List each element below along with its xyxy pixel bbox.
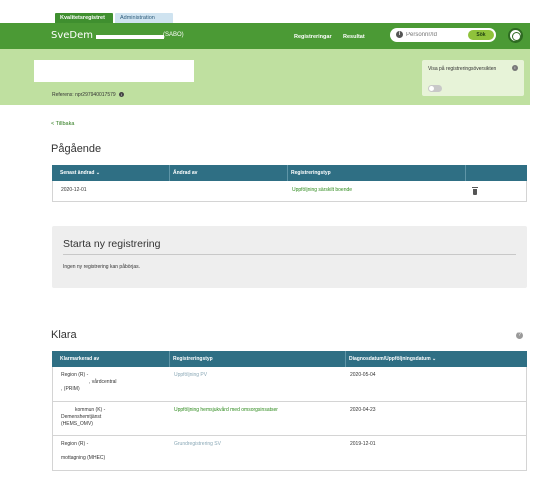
column-divider — [169, 165, 170, 181]
completed-by-line: , vårdcentral — [89, 379, 117, 385]
row-completed-by: Region (R) - mottagning (MHEC) — [61, 441, 166, 462]
table-row[interactable]: 2020-12-01 Uppföljning särskilt boende — [52, 181, 527, 202]
column-divider — [465, 165, 466, 181]
brand-logo[interactable]: SveDem — [51, 30, 93, 41]
table-row[interactable]: Region (R) - mottagning (MHEC) Grundregi… — [52, 436, 527, 471]
tab-administration[interactable]: Administration — [115, 13, 173, 23]
row-type-link[interactable]: Uppföljning särskilt boende — [292, 187, 352, 194]
completed-by-line: Demenshemtjänst — [61, 414, 102, 420]
redacted-patient-name — [34, 60, 194, 82]
completed-by-line: Region (R) - — [61, 372, 89, 378]
unit-suffix: (SABO) — [163, 32, 184, 38]
row-date: 2019-12-01 — [350, 441, 376, 447]
help-icon[interactable]: ? — [516, 332, 523, 339]
nav-resultat[interactable]: Resultat — [343, 34, 365, 40]
row-type-link[interactable]: Uppföljning hemsjukvård med omsorgsinsat… — [174, 407, 278, 414]
row-date: 2020-04-23 — [350, 407, 376, 413]
completed-by-line: mottagning (MHEC) — [61, 455, 106, 461]
patient-banner: Referens: npr297940017579 i Visa på regis… — [0, 49, 530, 105]
app-tabs: Kvalitetsregistret Administration — [0, 0, 538, 23]
trash-icon[interactable] — [472, 187, 478, 195]
user-icon[interactable] — [508, 28, 523, 43]
column-divider — [287, 165, 288, 181]
table-row[interactable]: kommun (K) - Demenshemtjänst (HEMS_OMV) … — [52, 402, 527, 436]
column-divider — [169, 351, 170, 367]
completed-by-line: (HEMS_OMV) — [61, 421, 93, 427]
ongoing-title: Pågående — [51, 143, 102, 155]
overview-card: Visa på registreringsöversikten i — [422, 60, 524, 96]
done-title: Klara — [51, 329, 77, 341]
table-header: Senast ändrad ⌄ Ändrad av Registreringst… — [52, 165, 527, 181]
reference-label: Referens: npr297940017579 — [52, 92, 116, 98]
back-link[interactable]: < Tillbaka — [51, 121, 74, 127]
tab-kvalitetsregistret[interactable]: Kvalitetsregistret — [55, 13, 113, 23]
completed-by-line: Region (R) - — [61, 441, 89, 447]
done-table: Klarmarkerad av Registreringstyp Diagnos… — [52, 351, 527, 471]
column-header-completed-by: Klarmarkerad av — [60, 356, 100, 362]
nav-registreringar[interactable]: Registreringar — [294, 34, 332, 40]
row-type-link[interactable]: Grundregistrering SV — [174, 441, 221, 448]
start-new-title: Starta ny registrering — [63, 238, 161, 250]
row-type-link[interactable]: Uppföljning PV — [174, 372, 207, 379]
info-icon[interactable]: i — [512, 65, 518, 71]
info-icon[interactable]: i — [118, 92, 124, 98]
row-completed-by: Region (R) - , vårdcentral , (PRIM) — [61, 372, 166, 393]
ongoing-table: Senast ändrad ⌄ Ändrad av Registreringst… — [52, 165, 527, 202]
overview-label: Visa på registreringsöversikten — [428, 66, 497, 72]
start-new-panel: Starta ny registrering Ingen ny registre… — [52, 226, 527, 288]
overview-toggle[interactable] — [428, 85, 442, 92]
divider — [63, 254, 516, 255]
column-header-diagnosis-date[interactable]: Diagnosdatum/Uppföljningsdatum ⌄ — [349, 356, 436, 362]
search-button[interactable]: Sök — [468, 30, 494, 40]
column-header-type: Registreringstyp — [291, 170, 331, 176]
column-header-changed-by: Ändrad av — [173, 170, 198, 176]
table-row[interactable]: Region (R) - , vårdcentral , (PRIM) Uppf… — [52, 367, 527, 402]
page: Kvalitetsregistret Administration SveDem… — [0, 0, 538, 493]
info-icon: i — [396, 31, 403, 38]
row-completed-by: kommun (K) - Demenshemtjänst (HEMS_OMV) — [61, 407, 166, 428]
table-header: Klarmarkerad av Registreringstyp Diagnos… — [52, 351, 527, 367]
main-header: SveDem (SABO) Registreringar Resultat i … — [0, 23, 530, 49]
completed-by-line: , (PRIM) — [61, 386, 80, 392]
row-date: 2020-12-01 — [61, 187, 87, 193]
reference-text: Referens: npr297940017579 i — [52, 92, 124, 98]
redacted-unit-name — [96, 35, 164, 39]
column-header-type: Registreringstyp — [173, 356, 213, 362]
start-new-message: Ingen ny registrering kan påbörjas. — [63, 264, 140, 270]
search-box: i Sök — [390, 28, 496, 42]
completed-by-line: kommun (K) - — [75, 407, 106, 413]
search-input[interactable] — [406, 28, 461, 42]
row-date: 2020-05-04 — [350, 372, 376, 378]
column-divider — [345, 351, 346, 367]
column-header-last-changed[interactable]: Senast ändrad ⌄ — [60, 170, 100, 176]
